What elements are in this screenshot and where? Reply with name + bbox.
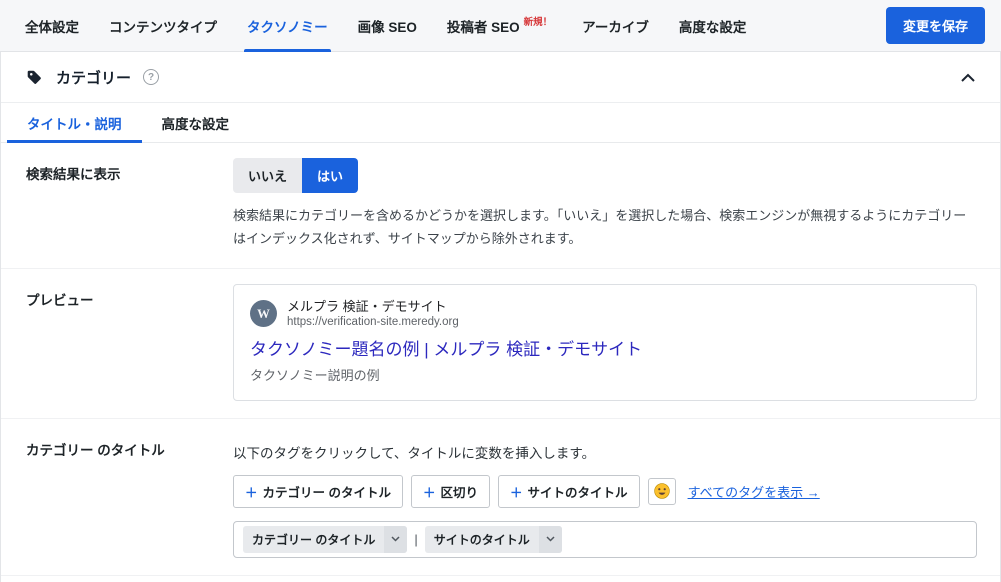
variable-pill-category-title[interactable]: カテゴリー のタイトル: [243, 525, 408, 553]
settings-top-nav: 全体設定 コンテンツタイプ タクソノミー 画像 SEO 投稿者 SEO 新規！ …: [0, 0, 1001, 52]
collapse-section-button[interactable]: [961, 73, 975, 82]
chevron-down-icon[interactable]: [538, 525, 562, 553]
plus-icon: ＋: [510, 485, 523, 500]
preview-url: https://verification-site.meredy.org: [287, 316, 459, 329]
plus-icon: ＋: [423, 485, 436, 500]
chevron-up-icon: [961, 73, 975, 82]
field-description: 検索結果にカテゴリーを含めるかどうかを選択します。「いいえ」を選択した場合、検索…: [233, 208, 967, 246]
section-header[interactable]: カテゴリー ?: [1, 52, 1000, 103]
field-label: プレビュー: [26, 292, 94, 308]
preview-site-name: メルプラ 検証・デモサイト: [287, 298, 447, 314]
row-search-visibility: 検索結果に表示 いいえ はい 検索結果にカテゴリーを含めるかどうかを選択します。…: [1, 143, 1000, 269]
pill-separator: |: [414, 531, 418, 547]
help-icon[interactable]: ?: [143, 69, 160, 85]
tab-author-seo[interactable]: 投稿者 SEO 新規！: [432, 0, 567, 51]
tag-icon: [26, 69, 43, 86]
tab-taxonomies[interactable]: タクソノミー: [232, 0, 343, 52]
toggle-option-no[interactable]: いいえ: [233, 158, 303, 193]
title-variables-field[interactable]: カテゴリー のタイトル | サイトのタイトル: [233, 520, 977, 558]
field-help-text: 以下のタグをクリックして、タイトルに変数を挿入します。: [233, 445, 596, 461]
field-label: 検索結果に表示: [26, 167, 121, 182]
row-category-title: カテゴリー のタイトル 以下のタグをクリックして、タイトルに変数を挿入します。 …: [1, 419, 1000, 576]
insert-site-title-button[interactable]: ＋ サイトのタイトル: [498, 474, 640, 508]
preview-title: タクソノミー題名の例 | メルプラ 検証・デモサイト: [250, 339, 643, 359]
tab-advanced-settings[interactable]: 高度な設定: [664, 0, 762, 51]
wordpress-logo-icon: W: [250, 300, 277, 328]
serp-preview-card: W メルプラ 検証・デモサイト https://verification-sit…: [233, 283, 977, 401]
insert-category-title-button[interactable]: ＋ カテゴリー のタイトル: [233, 474, 403, 508]
plus-icon: ＋: [245, 485, 258, 500]
field-label: カテゴリー のタイトル: [26, 442, 165, 458]
section-title: カテゴリー: [56, 69, 132, 87]
insert-separator-button[interactable]: ＋ 区切り: [411, 474, 491, 508]
new-badge: 新規！: [523, 16, 553, 28]
row-preview: プレビュー W メルプラ 検証・デモサイト https://verificati…: [1, 269, 1000, 419]
show-all-tags-link[interactable]: すべてのタグを表示 →: [688, 482, 820, 501]
category-settings-panel: カテゴリー ? タイトル・説明 高度な設定 検索結果に表示 いいえ はい 検索結…: [0, 52, 1001, 582]
emoji-picker-button[interactable]: [647, 477, 676, 505]
chevron-down-icon[interactable]: [384, 525, 408, 553]
save-changes-button[interactable]: 変更を保存: [885, 7, 985, 44]
tab-image-seo[interactable]: 画像 SEO: [343, 0, 432, 51]
toggle-option-yes[interactable]: はい: [302, 158, 359, 193]
tab-content-types[interactable]: コンテンツタイプ: [94, 0, 232, 51]
variable-pill-site-title[interactable]: サイトのタイトル: [424, 525, 562, 553]
svg-text:W: W: [257, 307, 270, 321]
search-visibility-toggle: いいえ はい: [233, 158, 359, 193]
row-meta-description: メタディスクリプション 以下のタグをクリックして、変数をメタディスクリプションに…: [1, 576, 1000, 582]
subtab-advanced[interactable]: 高度な設定: [142, 103, 250, 142]
preview-description: タクソノミー説明の例: [250, 367, 380, 383]
tab-archives[interactable]: アーカイブ: [567, 0, 664, 51]
smiley-icon: [653, 483, 670, 499]
section-subtabs: タイトル・説明 高度な設定: [1, 103, 1000, 143]
subtab-title-description[interactable]: タイトル・説明: [7, 103, 142, 143]
tab-general-settings[interactable]: 全体設定: [10, 0, 94, 51]
variable-buttons-row: ＋ カテゴリー のタイトル ＋ 区切り ＋ サイトのタイトル すべてのタグを表示…: [233, 474, 977, 508]
